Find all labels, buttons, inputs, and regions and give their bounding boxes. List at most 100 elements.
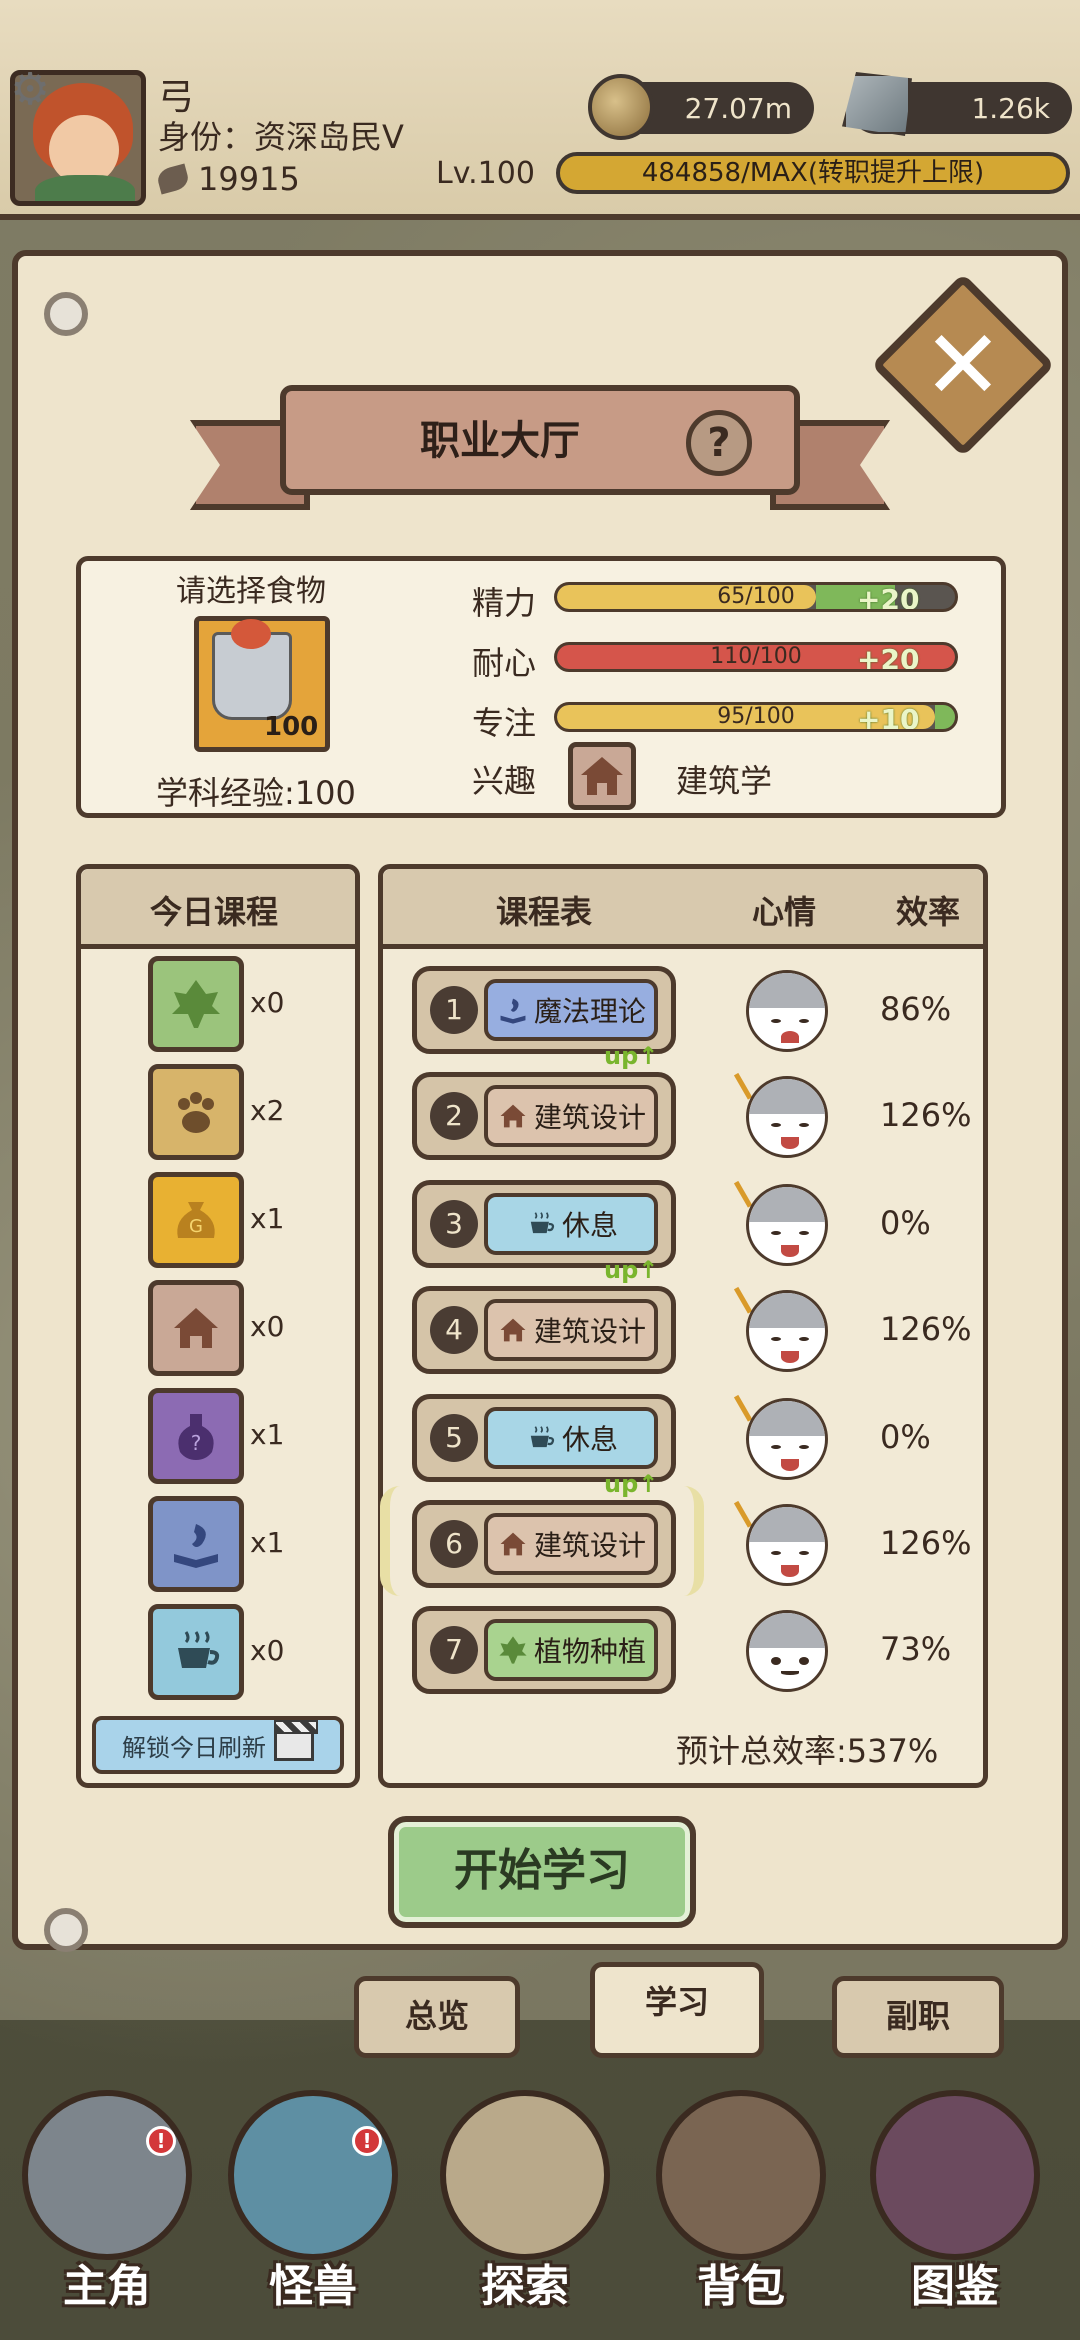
course-count: x0 <box>250 1310 285 1343</box>
slot-efficiency: 126% <box>880 1310 972 1348</box>
course-count: x1 <box>250 1202 285 1235</box>
today-courses-title: 今日课程 <box>150 893 279 931</box>
gold-value: 27.07m <box>684 91 792 125</box>
stat-label: 精力 <box>472 584 537 622</box>
slot-course-name: 建筑设计 <box>533 1529 646 1562</box>
slot-number: 3 <box>430 1200 478 1248</box>
tab-overview[interactable]: 总览 <box>354 1976 520 2058</box>
interest-label: 兴趣 <box>472 762 537 800</box>
schedule-mood-col: 心情 <box>752 893 817 931</box>
nav-label: 怪兽 <box>269 2261 357 2312</box>
slot-course-name: 休息 <box>561 1423 618 1456</box>
slot-course[interactable]: 建筑设计 <box>484 1085 658 1147</box>
mood-face-icon <box>746 1504 828 1586</box>
house-icon <box>496 1527 530 1561</box>
slot-course[interactable]: 植物种植 <box>484 1619 658 1681</box>
close-icon[interactable]: ✕ <box>898 300 1028 430</box>
slot-course[interactable]: 建筑设计 <box>484 1299 658 1361</box>
feather-icon <box>155 163 191 195</box>
player-level: Lv.100 <box>436 156 535 191</box>
player-power: 19915 <box>155 160 300 198</box>
svg-text:?: ? <box>191 1431 202 1455</box>
slot-course-name: 魔法理论 <box>533 995 646 1028</box>
tab-study[interactable]: 学习 <box>590 1962 764 2058</box>
slot-efficiency: 0% <box>880 1418 931 1456</box>
unlock-refresh-button[interactable]: 解锁今日刷新 <box>92 1716 344 1774</box>
unlock-refresh-label: 解锁今日刷新 <box>122 1733 266 1762</box>
player-identity: 身份：资深岛民V <box>158 118 404 156</box>
slot-course-name: 建筑设计 <box>533 1315 646 1348</box>
nav-monster[interactable]: ! 怪兽 <box>218 2090 398 2330</box>
notification-badge: ! <box>352 2126 382 2156</box>
mood-face-icon <box>746 1398 828 1480</box>
nav-backpack[interactable]: 背包 <box>646 2090 826 2330</box>
magic-book-icon[interactable] <box>148 1496 244 1592</box>
stat-label: 专注 <box>472 704 537 742</box>
leaf-icon[interactable] <box>148 956 244 1052</box>
slot-efficiency: 126% <box>880 1524 972 1562</box>
exp-bar: 484858/MAX(转职提升上限) <box>556 152 1070 194</box>
slot-number: 7 <box>430 1626 478 1674</box>
tab-side-job[interactable]: 副职 <box>832 1976 1004 2058</box>
nav-label: 背包 <box>697 2261 785 2312</box>
slot-efficiency: 0% <box>880 1204 931 1242</box>
slot-number: 1 <box>430 986 478 1034</box>
help-icon[interactable]: ? <box>686 410 752 476</box>
stat-bar: 110/100 +20 <box>554 642 958 672</box>
slot-efficiency: 73% <box>880 1630 952 1668</box>
nav-map[interactable]: 探索 <box>430 2090 610 2330</box>
nav-book[interactable]: 图鉴 <box>860 2090 1040 2330</box>
svg-text:G: G <box>189 1216 203 1237</box>
nav-label: 主角 <box>63 2261 151 2312</box>
backpack-icon <box>656 2090 826 2260</box>
coin-icon <box>588 74 654 140</box>
slot-course[interactable]: 魔法理论 <box>484 979 658 1041</box>
slot-number: 2 <box>430 1092 478 1140</box>
potion-icon[interactable]: ? <box>148 1388 244 1484</box>
food-label: 请选择食物 <box>176 574 326 609</box>
slot-efficiency: 86% <box>880 990 952 1028</box>
food-count: 100 <box>264 712 319 742</box>
tea-cup-icon[interactable] <box>148 1604 244 1700</box>
slot-number: 6 <box>430 1520 478 1568</box>
up-tag: up↑ <box>604 1256 659 1284</box>
mood-face-icon <box>746 1610 828 1692</box>
course-count: x1 <box>250 1526 285 1559</box>
stat-bar: 65/100 +20 <box>554 582 958 612</box>
start-study-button[interactable]: 开始学习 <box>388 1816 696 1928</box>
book-icon <box>870 2090 1040 2260</box>
house-icon <box>568 742 636 810</box>
nav-label: 探索 <box>481 2261 569 2312</box>
map-icon <box>440 2090 610 2260</box>
course-count: x0 <box>250 986 285 1019</box>
gear-icon[interactable]: ⚙ <box>6 66 54 114</box>
stat-label: 耐心 <box>472 644 537 682</box>
course-count: x1 <box>250 1418 285 1451</box>
mood-face-icon <box>746 1076 828 1158</box>
up-tag: up↑ <box>604 1042 659 1070</box>
course-count: x2 <box>250 1094 285 1127</box>
slot-course-name: 建筑设计 <box>533 1101 646 1134</box>
stat-bonus: +10 <box>857 703 920 732</box>
up-tag: up↑ <box>604 1470 659 1498</box>
schedule-course-col: 课程表 <box>496 893 593 931</box>
money-bag-icon[interactable]: G <box>148 1172 244 1268</box>
slot-course[interactable]: 建筑设计 <box>484 1513 658 1575</box>
house-icon[interactable] <box>148 1280 244 1376</box>
paw-icon[interactable] <box>148 1064 244 1160</box>
total-efficiency: 预计总效率:537% <box>676 1732 939 1770</box>
slot-course-name: 植物种植 <box>533 1635 646 1668</box>
schedule-header <box>383 869 983 949</box>
schedule-eff-col: 效率 <box>896 893 961 931</box>
mood-face-icon <box>746 1290 828 1372</box>
slot-course[interactable]: 休息 <box>484 1193 658 1255</box>
pin-icon <box>44 1908 88 1952</box>
slot-course[interactable]: 休息 <box>484 1407 658 1469</box>
subject-exp: 学科经验:100 <box>156 774 356 812</box>
house-icon <box>496 1313 530 1347</box>
nav-label: 图鉴 <box>911 2261 999 2312</box>
course-count: x0 <box>250 1634 285 1667</box>
nav-helmet[interactable]: ! 主角 <box>12 2090 192 2330</box>
slot-course-name: 休息 <box>561 1209 618 1242</box>
mood-face-icon <box>746 970 828 1052</box>
